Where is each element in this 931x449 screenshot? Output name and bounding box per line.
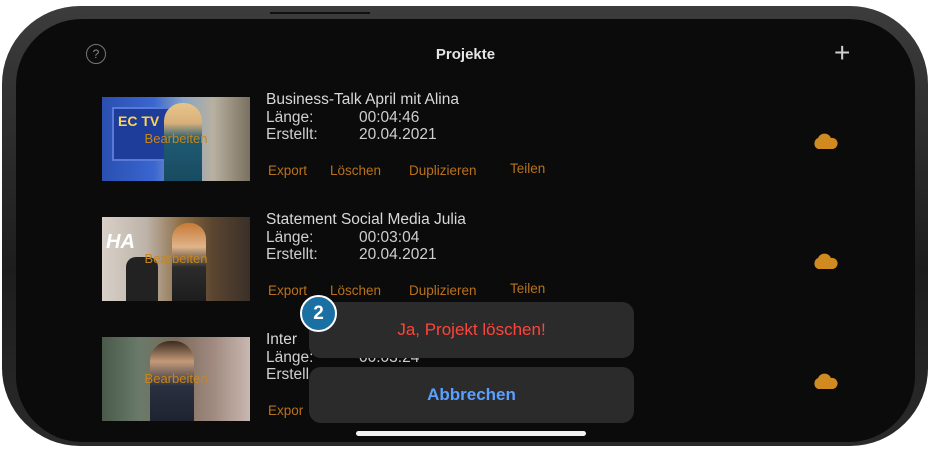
export-link[interactable]: Export <box>268 163 307 178</box>
app-screen: ? Projekte + EC TV Bearbeiten Business-T… <box>16 19 915 442</box>
share-link[interactable]: Teilen <box>510 161 545 176</box>
length-label: Länge: <box>266 229 314 246</box>
top-edge-line <box>270 12 370 14</box>
edit-overlay-label[interactable]: Bearbeiten <box>102 371 250 386</box>
created-label: Erstellt: <box>266 246 318 263</box>
edit-overlay-label[interactable]: Bearbeiten <box>102 251 250 266</box>
add-project-icon[interactable]: + <box>834 39 850 67</box>
delete-link[interactable]: Löschen <box>330 283 381 298</box>
cloud-icon[interactable] <box>812 373 838 389</box>
export-link[interactable]: Expor <box>268 403 303 418</box>
length-value: 00:04:46 <box>359 109 420 126</box>
duplicate-link[interactable]: Duplizieren <box>409 283 477 298</box>
confirm-delete-label: Ja, Projekt löschen! <box>397 320 546 339</box>
project-thumbnail[interactable]: Bearbeiten <box>102 337 250 421</box>
project-row: EC TV Bearbeiten Business-Talk April mit… <box>102 91 882 207</box>
share-link[interactable]: Teilen <box>510 281 545 296</box>
created-label: Erstell <box>266 366 310 383</box>
created-label: Erstellt: <box>266 126 318 143</box>
created-value: 20.04.2021 <box>359 246 437 263</box>
length-label: Länge: <box>266 109 314 126</box>
delete-link[interactable]: Löschen <box>330 163 381 178</box>
page-title: Projekte <box>435 46 496 63</box>
confirm-delete-button[interactable]: Ja, Projekt löschen! <box>309 302 634 358</box>
length-label: Länge: <box>266 349 314 366</box>
project-thumbnail[interactable]: EC TV Bearbeiten <box>102 97 250 181</box>
phone-frame: ? Projekte + EC TV Bearbeiten Business-T… <box>2 6 928 446</box>
length-value: 00:03:04 <box>359 229 420 246</box>
duplicate-link[interactable]: Duplizieren <box>409 163 477 178</box>
step-badge: 2 <box>300 295 337 332</box>
home-indicator[interactable] <box>356 431 586 436</box>
edit-overlay-label[interactable]: Bearbeiten <box>102 131 250 146</box>
thumb-logo: EC TV <box>118 113 160 129</box>
project-title: Inter <box>266 331 298 348</box>
project-title: Business-Talk April mit Alina <box>266 91 459 108</box>
cloud-icon[interactable] <box>812 253 838 269</box>
export-link[interactable]: Export <box>268 283 307 298</box>
cancel-label: Abbrechen <box>427 385 516 404</box>
created-value: 20.04.2021 <box>359 126 437 143</box>
cancel-button[interactable]: Abbrechen <box>309 367 634 423</box>
project-thumbnail[interactable]: HA Bearbeiten <box>102 217 250 301</box>
project-title: Statement Social Media Julia <box>266 211 466 228</box>
cloud-icon[interactable] <box>812 133 838 149</box>
